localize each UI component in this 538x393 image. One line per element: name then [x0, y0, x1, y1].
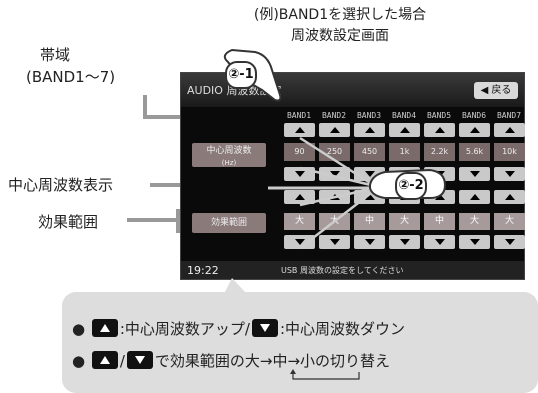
cycle-arrow-icon — [290, 369, 360, 380]
